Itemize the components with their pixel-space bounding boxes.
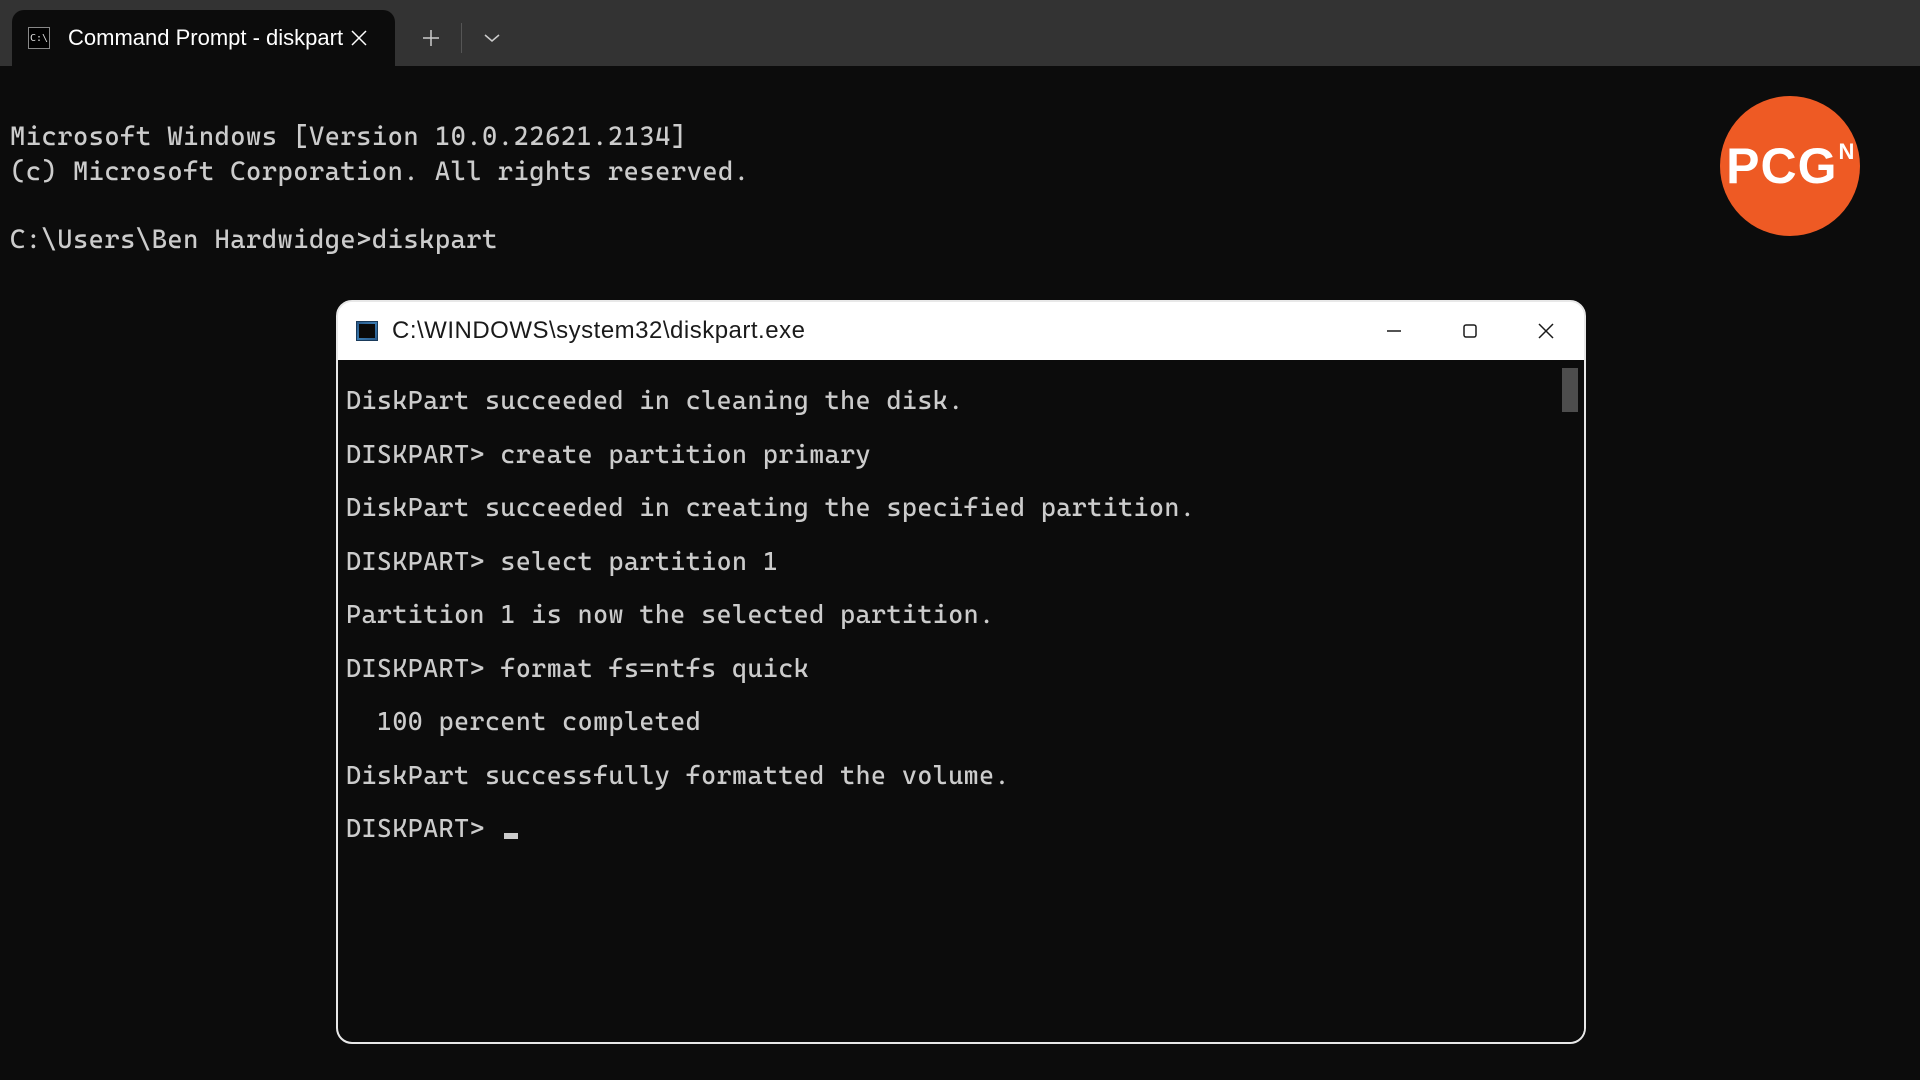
cmd-icon: C:\ [28,27,50,49]
window-controls [1356,302,1584,360]
diskpart-line: Partition 1 is now the selected partitio… [338,588,1584,642]
terminal-command: diskpart [372,225,498,255]
tab-title: Command Prompt - diskpart [68,25,343,51]
diskpart-line: DiskPart succeeded in cleaning the disk. [338,374,1584,428]
diskpart-line: 100 percent completed [338,695,1584,749]
close-button[interactable] [1508,302,1584,360]
terminal-line: Microsoft Windows [Version 10.0.22621.21… [10,122,687,152]
cursor [504,833,518,839]
logo-sup: N [1838,137,1854,166]
close-icon [351,30,367,46]
tab-bar: C:\ Command Prompt - diskpart [0,0,1920,66]
terminal-body[interactable]: Microsoft Windows [Version 10.0.22621.21… [0,66,1920,1080]
diskpart-icon [356,321,378,341]
tab-actions [403,10,520,66]
diskpart-line: DISKPART> select partition 1 [338,535,1584,589]
maximize-button[interactable] [1432,302,1508,360]
diskpart-line: DiskPart succeeded in creating the speci… [338,481,1584,535]
chevron-down-icon [483,33,501,43]
diskpart-line: DISKPART> create partition primary [338,428,1584,482]
terminal-prompt: C:\Users\Ben Hardwidge> [10,225,372,255]
minimize-icon [1385,322,1403,340]
diskpart-title: C:\WINDOWS\system32\diskpart.exe [392,315,1356,347]
scrollbar-thumb[interactable] [1562,368,1578,412]
maximize-icon [1462,323,1478,339]
logo-main: PCG [1726,133,1837,199]
tab-dropdown-button[interactable] [464,14,520,62]
minimize-button[interactable] [1356,302,1432,360]
terminal-line: (c) Microsoft Corporation. All rights re… [10,157,750,187]
new-tab-button[interactable] [403,14,459,62]
tab-close-button[interactable] [343,22,375,54]
diskpart-line: DiskPart successfully formatted the volu… [338,749,1584,803]
tab-active[interactable]: C:\ Command Prompt - diskpart [12,10,395,66]
diskpart-line: DISKPART> format fs=ntfs quick [338,642,1584,696]
plus-icon [422,29,440,47]
diskpart-line: DISKPART> [338,802,1584,856]
tab-divider [461,23,462,53]
diskpart-titlebar[interactable]: C:\WINDOWS\system32\diskpart.exe [338,302,1584,360]
pcgn-logo: PCGN [1720,96,1860,236]
diskpart-window: C:\WINDOWS\system32\diskpart.exe [336,300,1586,1044]
close-icon [1537,322,1555,340]
scrollbar[interactable] [1556,360,1584,1042]
diskpart-output[interactable]: DiskPart succeeded in cleaning the disk.… [338,360,1584,1042]
